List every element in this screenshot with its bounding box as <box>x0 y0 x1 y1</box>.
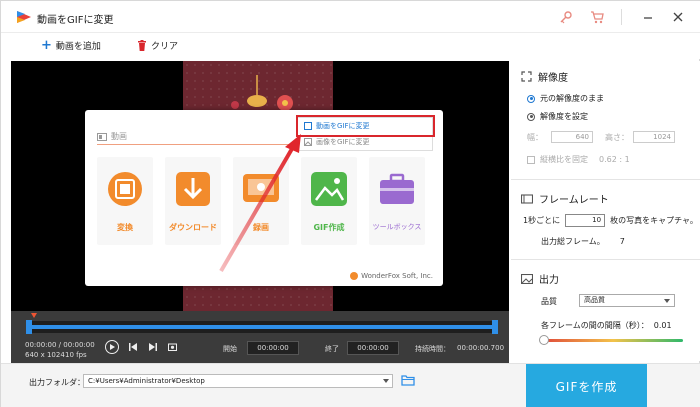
timeline-track[interactable] <box>29 321 495 333</box>
set-resolution-option[interactable]: 解像度を設定 <box>527 111 588 122</box>
playhead-marker[interactable] <box>31 313 37 318</box>
capture-rate-suffix: 枚の写真をキャプチャ。 <box>610 216 698 225</box>
aspect-checkbox[interactable] <box>527 155 535 164</box>
quality-select[interactable]: 高品質 <box>579 294 675 307</box>
keep-original-option[interactable]: 元の解像度のまま <box>527 93 604 104</box>
total-frames-label: 出力総フレーム。 <box>541 237 605 246</box>
total-frames-value: 7 <box>619 237 625 246</box>
quality-value: 高品質 <box>584 296 605 304</box>
interval-slider-knob[interactable] <box>539 335 549 345</box>
duration-label: 持続時間： <box>415 345 450 353</box>
dropdown-arrow-icon[interactable] <box>383 379 389 383</box>
resolution-readout: 640 x 1024 <box>25 351 65 359</box>
resolution-heading: 解像度 <box>511 69 700 84</box>
capture-rate-prefix: 1秒ごとに <box>523 216 561 225</box>
set-resolution-label: 解像度を設定 <box>540 112 588 121</box>
prev-frame-icon[interactable] <box>129 343 137 351</box>
resolution-heading-text: 解像度 <box>538 73 568 84</box>
timeline-bar: 00:00:00 / 00:00:00 640 x 1024 10 fps 開始… <box>11 311 509 363</box>
interval-slider-track[interactable] <box>543 339 683 342</box>
duration-value: 00:00:00.700 <box>457 344 505 352</box>
start-label: 開始 <box>223 345 237 353</box>
aspect-value: 0.62 : 1 <box>599 155 630 164</box>
framerate-heading-text: フレームレート <box>539 195 609 206</box>
quality-label: 品質 <box>541 297 557 306</box>
next-frame-icon[interactable] <box>149 343 157 351</box>
output-section: 出力 <box>511 271 700 286</box>
capture-rate-row: 1秒ごとに 10 枚の写真をキャプチャ。 <box>523 214 698 227</box>
trim-end-handle[interactable] <box>492 320 498 334</box>
timeline-fill <box>29 325 495 329</box>
quality-row: 品質 <box>541 296 557 307</box>
aspect-row[interactable]: 縦横比を固定 0.62 : 1 <box>527 154 630 165</box>
framerate-section: フレームレート <box>511 191 700 206</box>
resize-icon <box>521 71 532 82</box>
width-row: 幅： <box>527 132 543 143</box>
output-heading: 出力 <box>511 271 700 286</box>
chevron-down-icon <box>664 299 670 303</box>
height-label: 高さ： <box>605 133 629 142</box>
start-time-field[interactable]: 00:00:00 <box>247 341 299 355</box>
folder-icon[interactable] <box>401 374 415 386</box>
height-row: 高さ： <box>605 132 629 143</box>
keep-original-radio[interactable] <box>527 94 535 103</box>
total-frames-row: 出力総フレーム。 7 <box>541 236 625 247</box>
end-time-field[interactable]: 00:00:00 <box>347 341 399 355</box>
film-icon <box>521 193 533 204</box>
play-button[interactable] <box>105 340 119 354</box>
resolution-section: 解像度 <box>511 69 700 84</box>
app-window: 動画をGIFに変更 + 動画を追加 クリア 動画 変換 ダウンロード 録画 GI… <box>0 0 700 407</box>
height-input[interactable]: 1024 <box>633 131 675 143</box>
capture-rate-input[interactable]: 10 <box>565 214 606 227</box>
interval-row: 各フレームの間の間隔（秒）： 0.01 <box>541 320 672 331</box>
interval-value: 0.01 <box>653 321 672 330</box>
section-divider <box>511 259 700 260</box>
output-folder-label: 出力フォルダ： <box>29 378 85 387</box>
trim-start-handle[interactable] <box>26 320 32 334</box>
set-resolution-radio[interactable] <box>527 112 535 121</box>
keep-original-label: 元の解像度のまま <box>540 94 604 103</box>
output-folder-field[interactable]: C:¥Users¥Administrator¥Desktop <box>83 374 393 388</box>
width-label: 幅： <box>527 133 543 142</box>
output-image-icon <box>521 273 533 284</box>
fps-readout: 10 fps <box>65 351 87 359</box>
framerate-heading: フレームレート <box>511 191 700 206</box>
bottom-bar: 出力フォルダ： C:¥Users¥Administrator¥Desktop G… <box>1 363 700 407</box>
end-label: 終了 <box>325 345 339 353</box>
width-input[interactable]: 640 <box>551 131 593 143</box>
interval-label: 各フレームの間の間隔（秒）： <box>541 321 649 330</box>
create-gif-button[interactable]: GIFを作成 <box>526 364 647 407</box>
output-folder-path: C:¥Users¥Administrator¥Desktop <box>88 377 205 385</box>
output-heading-text: 出力 <box>539 275 559 286</box>
snapshot-icon[interactable] <box>168 343 177 351</box>
time-readout: 00:00:00 / 00:00:00 <box>25 341 95 349</box>
aspect-label: 縦横比を固定 <box>540 155 588 164</box>
section-divider <box>511 179 700 180</box>
settings-panel: 解像度 元の解像度のまま 解像度を設定 幅： 640 高さ： 1024 縦横比を… <box>511 61 700 361</box>
